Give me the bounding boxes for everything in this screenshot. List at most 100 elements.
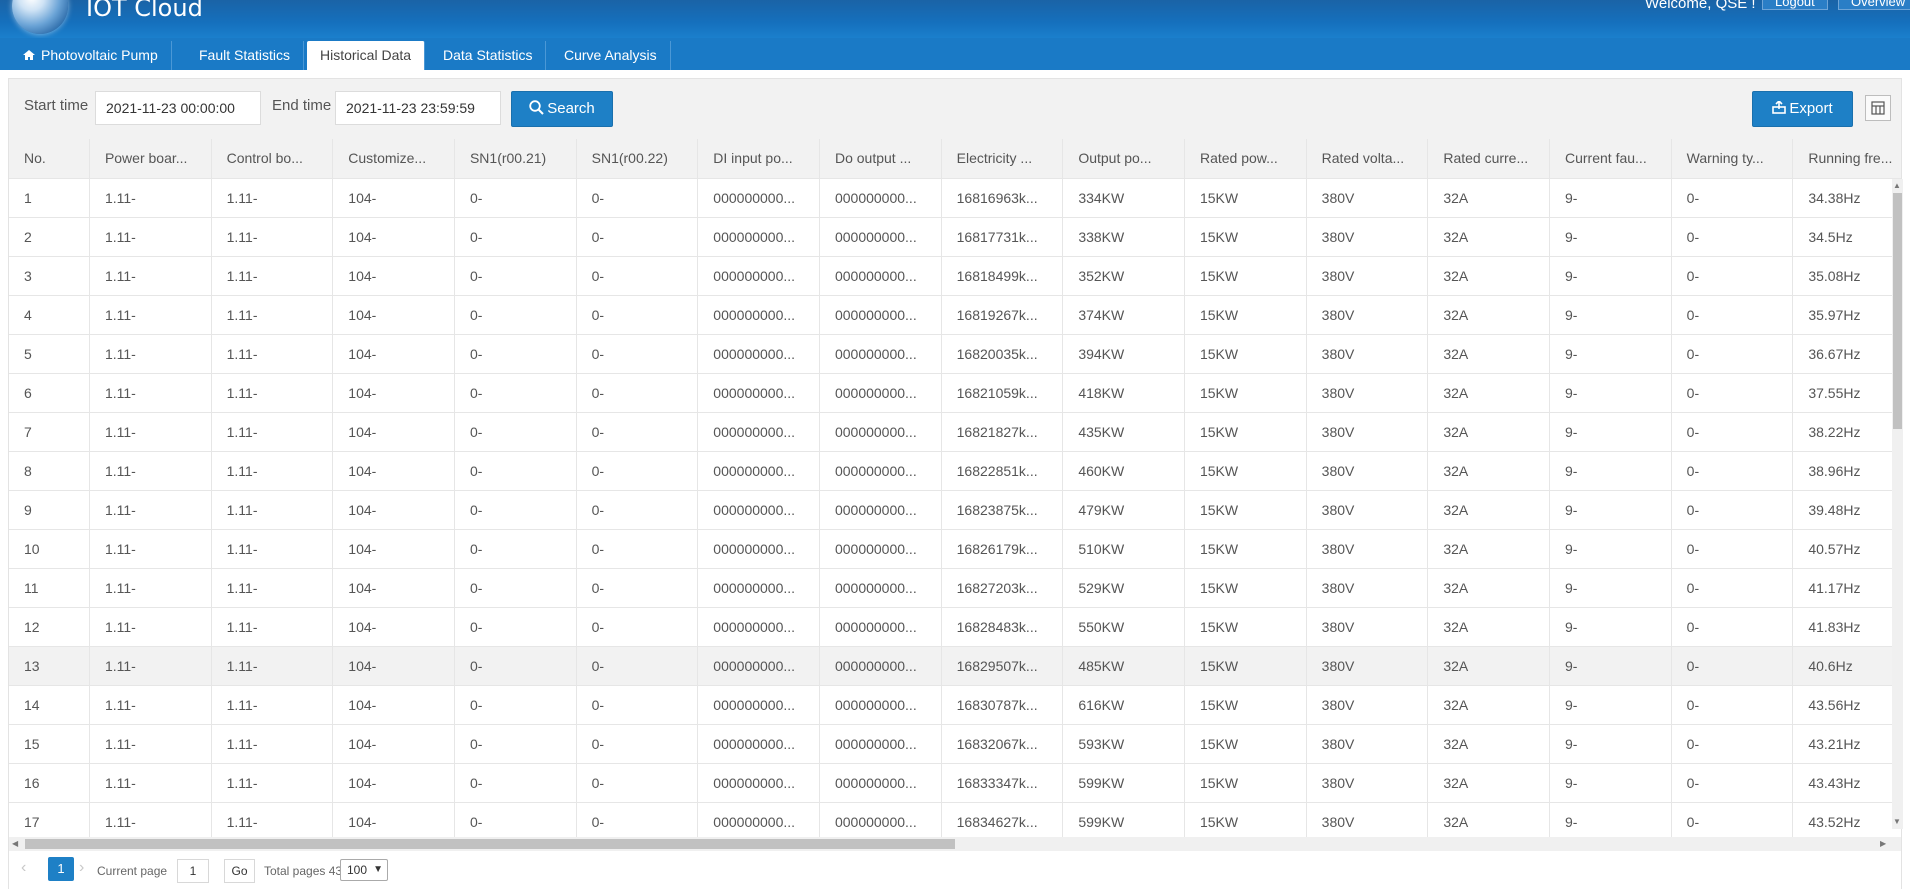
table-cell: 16828483k... (941, 607, 1064, 647)
table-cell: 9- (1549, 217, 1672, 257)
search-button[interactable]: Search (511, 91, 613, 127)
globe-logo-icon (12, 0, 68, 34)
table-row[interactable]: 5 1.11- 1.11- 104- 0- 0- 000000000... 000000000… (9, 334, 1901, 374)
table-row[interactable]: 9 1.11- 1.11- 104- 0- 0- 000000000... 000000000… (9, 490, 1901, 530)
table-cell: 1.11- (211, 724, 334, 764)
scroll-down-icon[interactable]: ▼ (1893, 817, 1901, 826)
column-header[interactable]: Warning ty... (1671, 139, 1794, 179)
table-row[interactable]: 4 1.11- 1.11- 104- 0- 0- 000000000... 000000000… (9, 295, 1901, 335)
table-row[interactable]: 8 1.11- 1.11- 104- 0- 0- 000000000... 000000000… (9, 451, 1901, 491)
scroll-up-icon[interactable]: ▲ (1893, 181, 1901, 190)
end-time-input[interactable]: 2021-11-23 23:59:59 (335, 91, 501, 125)
table-row[interactable]: 7 1.11- 1.11- 104- 0- 0- 000000000... 000000000… (9, 412, 1901, 452)
column-header[interactable]: DI input po... (697, 139, 820, 179)
table-cell: 380V (1306, 295, 1429, 335)
current-page-label: Current page (97, 864, 168, 878)
table-row[interactable]: 10 1.11- 1.11- 104- 0- 0- 000000000... 00000000… (9, 529, 1901, 569)
table-cell: 000000000... (819, 802, 942, 837)
table-cell: 104- (332, 490, 455, 530)
table-cell: 000000000... (697, 802, 820, 837)
table-cell: 0- (1671, 178, 1794, 218)
column-header[interactable]: Running fre... (1792, 139, 1901, 179)
overview-button[interactable]: Overview (1838, 0, 1910, 10)
vertical-scrollbar[interactable]: ▲ ▼ (1892, 179, 1903, 829)
table-cell: 0- (454, 490, 577, 530)
table-cell: 15KW (1184, 646, 1307, 686)
table-cell: 32A (1427, 685, 1550, 725)
table-cell: 380V (1306, 451, 1429, 491)
column-header[interactable]: Rated volta... (1306, 139, 1429, 179)
table-row[interactable]: 3 1.11- 1.11- 104- 0- 0- 000000000... 000000000… (9, 256, 1901, 296)
horizontal-scroll-thumb[interactable] (25, 839, 955, 849)
table-row[interactable]: 13 1.11- 1.11- 104- 0- 0- 000000000... 00000000… (9, 646, 1901, 686)
table-row[interactable]: 14 1.11- 1.11- 104- 0- 0- 000000000... 00000000… (9, 685, 1901, 725)
table-cell: 1.11- (89, 412, 212, 452)
tab-historical-data[interactable]: Historical Data (307, 41, 426, 70)
table-grid-icon (1871, 101, 1885, 115)
vertical-scroll-thumb[interactable] (1893, 193, 1902, 429)
table-row[interactable]: 15 1.11- 1.11- 104- 0- 0- 000000000... 00000000… (9, 724, 1901, 764)
table-row[interactable]: 2 1.11- 1.11- 104- 0- 0- 000000000... 000000000… (9, 217, 1901, 257)
column-header[interactable]: Output po... (1062, 139, 1185, 179)
tab-fault-statistics[interactable]: Fault Statistics (186, 41, 305, 70)
current-page-button[interactable]: 1 (48, 857, 74, 881)
scroll-right-icon[interactable]: ▶ (1880, 839, 1886, 848)
table-row[interactable]: 11 1.11- 1.11- 104- 0- 0- 000000000... 00000000… (9, 568, 1901, 608)
table-cell: 104- (332, 529, 455, 569)
logout-button[interactable]: Logout (1762, 0, 1828, 10)
table-cell: 8 (9, 451, 90, 491)
go-button[interactable]: Go (224, 859, 255, 883)
column-header[interactable]: Power boar... (89, 139, 212, 179)
table-row[interactable]: 12 1.11- 1.11- 104- 0- 0- 000000000... 00000000… (9, 607, 1901, 647)
table-cell: 16817731k... (941, 217, 1064, 257)
table-row[interactable]: 17 1.11- 1.11- 104- 0- 0- 000000000... 00000000… (9, 802, 1901, 837)
column-header[interactable]: Control bo... (211, 139, 334, 179)
column-header[interactable]: Do output ... (819, 139, 942, 179)
tab-data-statistics[interactable]: Data Statistics (430, 41, 547, 70)
horizontal-scrollbar[interactable]: ◀ ▶ (9, 837, 1901, 851)
table-cell: 32A (1427, 451, 1550, 491)
table-cell: 41.83Hz (1792, 607, 1901, 647)
prev-page-icon[interactable]: ‹ (21, 859, 26, 877)
column-header[interactable]: SN1(r00.21) (454, 139, 577, 179)
table-cell: 9- (1549, 763, 1672, 803)
page-number-input[interactable]: 1 (177, 859, 209, 883)
table-cell: 37.55Hz (1792, 373, 1901, 413)
scroll-left-icon[interactable]: ◀ (12, 839, 18, 848)
table-row[interactable]: 16 1.11- 1.11- 104- 0- 0- 000000000... 00000000… (9, 763, 1901, 803)
table-cell: 1.11- (89, 373, 212, 413)
table-cell: 0- (1671, 490, 1794, 530)
table-row[interactable]: 6 1.11- 1.11- 104- 0- 0- 000000000... 000000000… (9, 373, 1901, 413)
column-header[interactable]: Current fau... (1549, 139, 1672, 179)
table-cell: 000000000... (819, 685, 942, 725)
start-time-input[interactable]: 2021-11-23 00:00:00 (95, 91, 261, 125)
column-header[interactable]: No. (9, 139, 90, 179)
table-cell: 0- (1671, 451, 1794, 491)
page-size-select[interactable]: 100 ▼ (340, 859, 388, 881)
table-cell: 000000000... (697, 412, 820, 452)
table-cell: 1.11- (211, 802, 334, 837)
tab-curve-analysis[interactable]: Curve Analysis (551, 41, 671, 70)
table-cell: 9- (1549, 412, 1672, 452)
column-settings-button[interactable] (1865, 95, 1891, 121)
table-cell: 0- (454, 529, 577, 569)
column-header[interactable]: Customize... (332, 139, 455, 179)
table-cell: 32A (1427, 646, 1550, 686)
history-table-container[interactable]: No. Power boar... Control bo... Customize..… (9, 139, 1901, 837)
table-cell: 16834627k... (941, 802, 1064, 837)
table-cell: 0- (576, 490, 699, 530)
next-page-icon[interactable]: › (79, 859, 84, 877)
export-button[interactable]: Export (1752, 91, 1853, 127)
tab-photovoltaic-pump[interactable]: Photovoltaic Pump (10, 41, 172, 70)
table-row[interactable]: 1 1.11- 1.11- 104- 0- 0- 000000000... 000000000… (9, 178, 1901, 218)
column-header[interactable]: Rated curre... (1427, 139, 1550, 179)
column-header[interactable]: Electricity ... (941, 139, 1064, 179)
table-cell: 104- (332, 412, 455, 452)
table-cell: 0- (576, 217, 699, 257)
table-cell: 380V (1306, 607, 1429, 647)
table-cell: 000000000... (819, 529, 942, 569)
column-header[interactable]: SN1(r00.22) (576, 139, 699, 179)
column-header[interactable]: Rated pow... (1184, 139, 1307, 179)
table-cell: 1.11- (211, 529, 334, 569)
table-cell: 000000000... (697, 724, 820, 764)
